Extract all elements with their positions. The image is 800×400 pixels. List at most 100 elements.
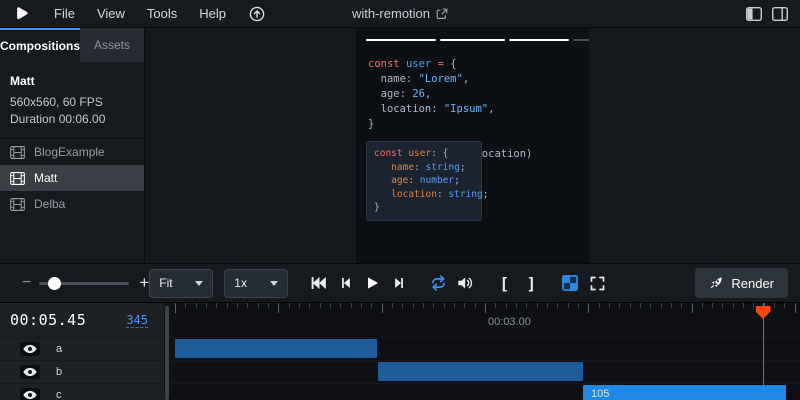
remotion-logo[interactable]: [14, 6, 29, 21]
composition-resolution: 560x560, 60 FPS: [10, 94, 134, 111]
timeline-header: 00:05.45 345: [0, 303, 164, 337]
main-area: Compositions Assets Matt 560x560, 60 FPS…: [0, 28, 800, 263]
remotion-logo-glyph: [14, 6, 29, 21]
eye-icon: [23, 367, 37, 377]
next-frame-button[interactable]: [389, 272, 409, 294]
playback-speed-select[interactable]: 1x: [224, 269, 288, 298]
track-name-label: a: [56, 343, 62, 355]
zoom-in-button[interactable]: +: [139, 273, 149, 293]
visibility-toggle-c[interactable]: [20, 388, 40, 400]
skip-to-start-icon: [309, 274, 327, 292]
play-icon: [364, 274, 380, 292]
timeline-track-b: b: [0, 360, 164, 383]
sidebar-tabs: Compositions Assets: [0, 28, 144, 62]
tab-assets[interactable]: Assets: [80, 28, 144, 62]
composition-info: Matt 560x560, 60 FPS Duration 00:06.00: [0, 62, 144, 139]
set-in-point-button[interactable]: [: [494, 272, 514, 294]
menu-help[interactable]: Help: [188, 6, 237, 21]
set-out-point-button[interactable]: ]: [521, 272, 541, 294]
visibility-toggle-b[interactable]: [20, 365, 40, 379]
preview-area: const user = { name: "Lorem", age: 26, l…: [145, 28, 800, 263]
menu: FileViewToolsHelp: [43, 5, 237, 23]
film-icon: [10, 146, 25, 159]
project-title-link[interactable]: with-remotion: [352, 6, 448, 21]
volume-button[interactable]: [455, 272, 475, 294]
current-timecode: 00:05.45: [10, 311, 86, 329]
fullscreen-icon: [589, 275, 606, 292]
project-title: with-remotion: [352, 6, 430, 21]
menu-view[interactable]: View: [86, 6, 136, 21]
next-frame-icon: [392, 274, 407, 292]
timeline-track-a: a: [0, 337, 164, 360]
composition-item-blogexample[interactable]: BlogExample: [0, 139, 144, 165]
checkerboard-icon: [562, 275, 578, 291]
zoom-slider-thumb[interactable]: [48, 277, 61, 290]
canvas-size-value: Fit: [159, 276, 172, 290]
timeline-clip-c[interactable]: 105: [583, 385, 786, 400]
timeline-clip-b[interactable]: [378, 362, 583, 381]
left-panel-glyph: [746, 7, 762, 21]
composition-name: Matt: [10, 74, 134, 88]
volume-icon: [456, 274, 474, 292]
film-icon: [10, 172, 25, 185]
rocket-icon: [709, 276, 723, 290]
video-canvas[interactable]: const user = { name: "Lorem", age: 26, l…: [356, 28, 589, 263]
eye-icon: [23, 344, 37, 354]
zoom-slider[interactable]: [39, 276, 129, 290]
right-panel-glyph: [772, 7, 788, 21]
timeline-track-labels: abc: [0, 337, 164, 400]
composition-item-label: Delba: [34, 197, 65, 211]
arrow-up-circle-icon: [249, 6, 265, 22]
timeline: 00:05.45 345 abc 00:03.00 105: [0, 302, 800, 400]
toggle-right-panel-icon[interactable]: [772, 7, 788, 21]
visibility-toggle-a[interactable]: [20, 342, 40, 356]
transparency-toggle[interactable]: [560, 272, 580, 294]
canvas-size-select[interactable]: Fit: [149, 269, 213, 298]
timeline-scrollbar-thumb[interactable]: [165, 306, 169, 400]
menu-file[interactable]: File: [43, 6, 86, 21]
zoom-out-button[interactable]: −: [22, 274, 31, 292]
loop-toggle[interactable]: [428, 272, 448, 294]
menu-tools[interactable]: Tools: [136, 6, 188, 21]
menu-bar-left: FileViewToolsHelp: [0, 5, 265, 23]
play-button[interactable]: [362, 272, 382, 294]
composition-item-matt[interactable]: Matt: [0, 165, 144, 191]
current-frame-badge[interactable]: 345: [126, 313, 148, 328]
render-button[interactable]: Render: [695, 268, 788, 298]
timeline-ruler-label: 00:03.00: [488, 316, 531, 328]
timeline-clip-a[interactable]: [175, 339, 377, 358]
toggle-left-panel-icon[interactable]: [746, 7, 762, 21]
composition-item-label: BlogExample: [34, 145, 105, 159]
track-name-label: c: [56, 389, 62, 400]
track-name-label: b: [56, 366, 62, 378]
timeline-canvas[interactable]: 00:03.00 105: [169, 303, 800, 400]
remotion-studio-window: FileViewToolsHelp with-remotion: [0, 0, 800, 400]
previous-frame-icon: [338, 274, 353, 292]
menu-bar-right: [746, 7, 800, 21]
external-link-icon: [436, 8, 448, 20]
timeline-track-c: c: [0, 383, 164, 400]
timeline-track-panel: 00:05.45 345 abc: [0, 303, 164, 400]
loop-icon: [429, 274, 448, 292]
film-icon: [10, 198, 25, 211]
playback-toolbar: − + Fit 1x: [0, 263, 800, 302]
eye-icon: [23, 390, 37, 400]
chevron-down-icon: [270, 281, 278, 286]
progress-bars: [366, 39, 589, 41]
composition-list: BlogExample Matt Delba: [0, 139, 144, 263]
menu-bar: FileViewToolsHelp with-remotion: [0, 0, 800, 28]
composition-item-delba[interactable]: Delba: [0, 191, 144, 217]
render-button-label: Render: [731, 276, 774, 291]
transport-controls: [ ]: [308, 272, 607, 294]
update-available-icon[interactable]: [249, 6, 265, 22]
timeline-ruler[interactable]: [169, 303, 800, 319]
composition-duration: Duration 00:06.00: [10, 111, 134, 128]
playback-speed-value: 1x: [234, 276, 247, 290]
chevron-down-icon: [195, 281, 203, 286]
previous-frame-button[interactable]: [335, 272, 355, 294]
left-sidebar: Compositions Assets Matt 560x560, 60 FPS…: [0, 28, 145, 263]
fullscreen-button[interactable]: [587, 272, 607, 294]
tab-compositions[interactable]: Compositions: [0, 28, 80, 62]
skip-to-start-button[interactable]: [308, 272, 328, 294]
composition-item-label: Matt: [34, 171, 57, 185]
